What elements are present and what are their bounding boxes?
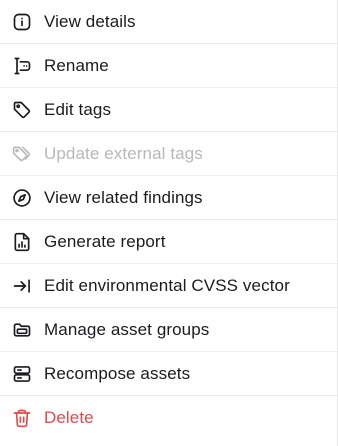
menu-item-label: View related findings	[44, 187, 203, 207]
compass-icon	[11, 187, 33, 209]
menu-item-update-external-tags[interactable]: Update external tags	[0, 132, 337, 176]
menu-item-label: Delete	[44, 408, 94, 427]
menu-item-edit-cvss-vector[interactable]: Edit environmental CVSS vector	[0, 264, 337, 308]
arrow-right-to-line-icon	[11, 275, 33, 297]
menu-item-edit-tags[interactable]: Edit tags	[0, 88, 337, 132]
context-menu: View details Rename Edit tags Update ext…	[0, 0, 338, 446]
menu-item-view-related-findings[interactable]: View related findings	[0, 176, 337, 220]
text-cursor-input-icon	[11, 55, 33, 77]
menu-item-view-details[interactable]: View details	[0, 0, 337, 44]
menu-item-manage-asset-groups[interactable]: Manage asset groups	[0, 308, 337, 352]
menu-item-rename[interactable]: Rename	[0, 44, 337, 88]
menu-item-label: View details	[44, 11, 136, 31]
folder-icon	[11, 319, 33, 341]
menu-item-label: Manage asset groups	[44, 319, 210, 339]
menu-item-delete[interactable]: Delete	[0, 396, 337, 440]
menu-item-label: Update external tags	[44, 143, 203, 163]
menu-item-label: Generate report	[44, 231, 166, 251]
trash-icon	[11, 407, 33, 429]
menu-item-recompose-assets[interactable]: Recompose assets	[0, 352, 337, 396]
tags-icon	[11, 143, 33, 165]
menu-item-label: Edit tags	[44, 99, 112, 119]
menu-item-generate-report[interactable]: Generate report	[0, 220, 337, 264]
info-square-icon	[11, 11, 33, 33]
file-chart-icon	[11, 231, 33, 253]
menu-item-label: Recompose assets	[44, 363, 191, 383]
tag-icon	[11, 99, 33, 121]
menu-item-label: Rename	[44, 55, 109, 75]
server-icon	[11, 363, 33, 385]
menu-item-label: Edit environmental CVSS vector	[44, 275, 290, 295]
